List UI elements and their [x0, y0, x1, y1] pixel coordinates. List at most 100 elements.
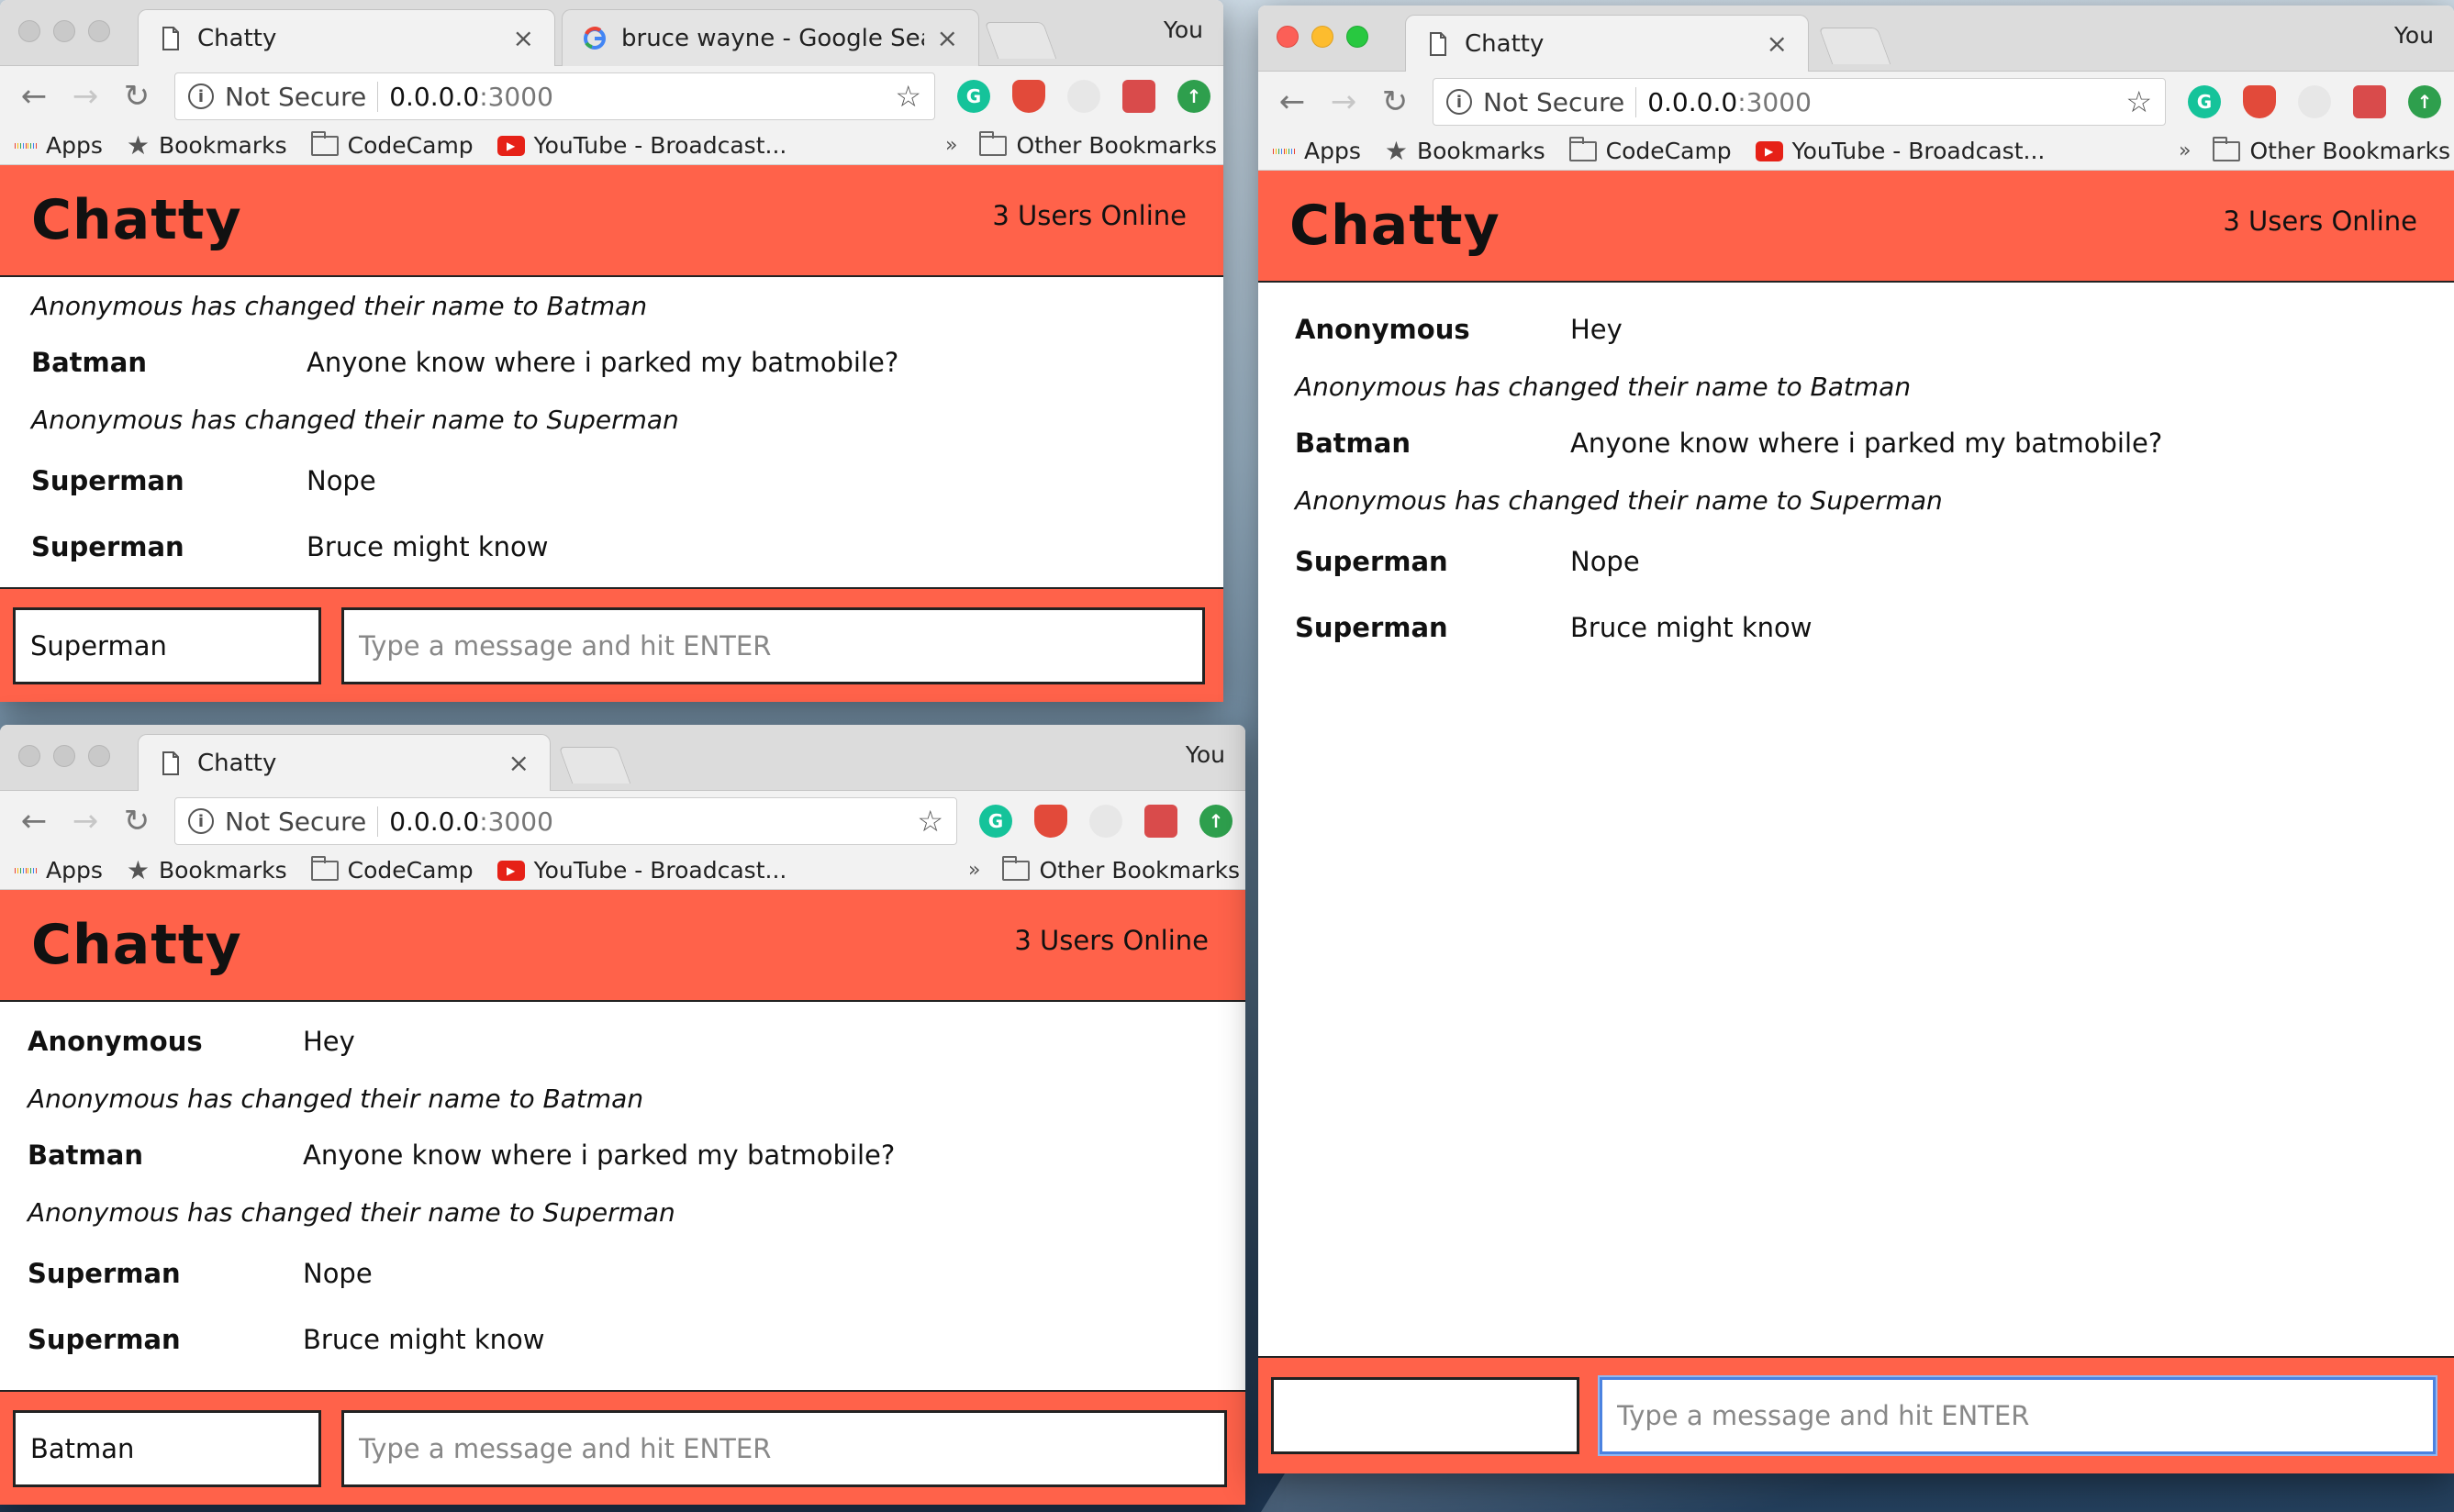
bookmark-bookmarks[interactable]: ★ Bookmarks — [1385, 136, 1545, 166]
ublock-extension-icon[interactable] — [2243, 85, 2276, 118]
username-input[interactable] — [1271, 1377, 1579, 1454]
bookmark-bookmarks[interactable]: ★ Bookmarks — [127, 855, 287, 885]
ublock-extension-icon[interactable] — [1012, 80, 1045, 113]
bookmark-star-icon[interactable]: ☆ — [917, 804, 943, 839]
info-icon[interactable]: i — [188, 808, 214, 834]
new-tab-button[interactable] — [984, 22, 1057, 59]
ublock-extension-icon[interactable] — [1034, 805, 1067, 838]
bookmark-apps[interactable]: Apps — [1273, 138, 1361, 164]
app-title[interactable]: Chatty — [1289, 194, 1500, 258]
reload-icon[interactable]: ↻ — [1374, 81, 1416, 123]
tab-close-icon[interactable]: × — [1767, 28, 1788, 59]
tab-chatty[interactable]: Chatty × — [1405, 15, 1809, 72]
bookmark-codecamp[interactable]: CodeCamp — [1568, 136, 1732, 164]
forward-icon[interactable]: → — [64, 75, 106, 117]
bookmark-codecamp[interactable]: CodeCamp — [310, 130, 474, 159]
tab-google-search[interactable]: bruce wayne - Google Search × — [562, 9, 979, 66]
minimize-window-button[interactable] — [1311, 26, 1333, 48]
close-window-button[interactable] — [18, 745, 40, 767]
bookmark-other[interactable]: Other Bookmarks — [979, 130, 1217, 159]
bookmark-codecamp[interactable]: CodeCamp — [310, 855, 474, 884]
new-tab-button[interactable] — [558, 747, 631, 784]
bookmark-youtube[interactable]: ▶ YouTube - Broadcast... — [496, 857, 786, 884]
upload-extension-icon[interactable]: ↑ — [1199, 805, 1233, 838]
message-row: Superman Bruce might know — [28, 1306, 1214, 1373]
puzzle-extension-icon[interactable] — [1144, 805, 1177, 838]
bookmarks-right: » Other Bookmarks — [945, 130, 1217, 159]
message-input[interactable] — [341, 1409, 1227, 1487]
tab-chatty[interactable]: Chatty × — [138, 734, 551, 791]
more-bookmarks-chevron-icon[interactable]: » — [945, 134, 957, 157]
profile-button[interactable]: You — [2394, 22, 2434, 49]
back-icon[interactable]: ← — [13, 800, 55, 842]
minimize-window-button[interactable] — [53, 745, 75, 767]
tab-close-icon[interactable]: × — [937, 23, 958, 53]
username-input[interactable] — [13, 1409, 321, 1487]
tab-strip: Chatty × You — [1258, 6, 2454, 72]
forward-icon[interactable]: → — [1322, 81, 1365, 123]
ghostery-extension-icon[interactable] — [2298, 85, 2331, 118]
bookmark-apps[interactable]: Apps — [15, 857, 103, 884]
url-host: 0.0.0.0 — [389, 81, 480, 112]
tab-close-icon[interactable]: × — [513, 23, 534, 53]
message-input[interactable] — [341, 606, 1205, 684]
address-bar[interactable]: i Not Secure 0.0.0.0 :3000 ☆ — [174, 72, 935, 120]
app-title[interactable]: Chatty — [31, 188, 242, 252]
maximize-window-button[interactable] — [1346, 26, 1368, 48]
message-input[interactable] — [1600, 1377, 2436, 1454]
grammarly-extension-icon[interactable]: G — [979, 805, 1012, 838]
tab-chatty[interactable]: Chatty × — [138, 9, 555, 66]
maximize-window-button[interactable] — [88, 20, 110, 42]
back-icon[interactable]: ← — [13, 75, 55, 117]
bookmark-star-icon[interactable]: ☆ — [2125, 84, 2152, 119]
message-username: Superman — [1295, 612, 1448, 643]
document-icon — [1426, 30, 1450, 58]
chat-bar — [0, 1390, 1245, 1505]
bookmark-other[interactable]: Other Bookmarks — [2213, 136, 2451, 164]
bookmark-youtube[interactable]: ▶ YouTube - Broadcast... — [496, 132, 787, 159]
upload-extension-icon[interactable]: ↑ — [1177, 80, 1210, 113]
info-icon[interactable]: i — [188, 83, 214, 109]
upload-extension-icon[interactable]: ↑ — [2408, 85, 2441, 118]
puzzle-extension-icon[interactable] — [2353, 85, 2386, 118]
username-input[interactable] — [13, 606, 321, 684]
bookmark-bookmarks[interactable]: ★ Bookmarks — [127, 130, 287, 161]
message-content: Nope — [1570, 546, 1640, 577]
bookmark-apps[interactable]: Apps — [15, 132, 103, 159]
app-title[interactable]: Chatty — [31, 913, 242, 977]
close-window-button[interactable] — [1277, 26, 1299, 48]
address-bar[interactable]: i Not Secure 0.0.0.0 :3000 ☆ — [174, 797, 957, 845]
bookmark-label: Bookmarks — [158, 857, 287, 884]
folder-icon — [2213, 136, 2241, 161]
bookmark-label: YouTube - Broadcast... — [533, 132, 787, 159]
maximize-window-button[interactable] — [88, 745, 110, 767]
bookmark-label: Other Bookmarks — [2249, 138, 2451, 164]
profile-button[interactable]: You — [1186, 741, 1225, 768]
bookmark-star-icon[interactable]: ☆ — [895, 79, 921, 114]
grammarly-extension-icon[interactable]: G — [957, 80, 990, 113]
bookmark-youtube[interactable]: ▶ YouTube - Broadcast... — [1755, 138, 2045, 164]
new-tab-button[interactable] — [1818, 28, 1891, 64]
puzzle-extension-icon[interactable] — [1122, 80, 1155, 113]
ghostery-extension-icon[interactable] — [1067, 80, 1100, 113]
reload-icon[interactable]: ↻ — [116, 800, 158, 842]
info-icon[interactable]: i — [1446, 89, 1472, 115]
reload-icon[interactable]: ↻ — [116, 75, 158, 117]
address-bar[interactable]: i Not Secure 0.0.0.0 :3000 ☆ — [1433, 78, 2166, 126]
bookmark-other[interactable]: Other Bookmarks — [1002, 855, 1240, 884]
more-bookmarks-chevron-icon[interactable]: » — [2179, 139, 2191, 162]
url-port: :3000 — [479, 81, 553, 112]
minimize-window-button[interactable] — [53, 20, 75, 42]
users-online-count: 3 Users Online — [2223, 206, 2417, 237]
forward-icon[interactable]: → — [64, 800, 106, 842]
message-content: Bruce might know — [307, 531, 549, 562]
more-bookmarks-chevron-icon[interactable]: » — [968, 859, 980, 882]
back-icon[interactable]: ← — [1271, 81, 1313, 123]
profile-button[interactable]: You — [1164, 17, 1203, 43]
tab-close-icon[interactable]: × — [508, 748, 530, 778]
grammarly-extension-icon[interactable]: G — [2188, 85, 2221, 118]
ghostery-extension-icon[interactable] — [1089, 805, 1122, 838]
close-window-button[interactable] — [18, 20, 40, 42]
message-username: Batman — [28, 1140, 143, 1171]
users-online-count: 3 Users Online — [1014, 925, 1209, 956]
